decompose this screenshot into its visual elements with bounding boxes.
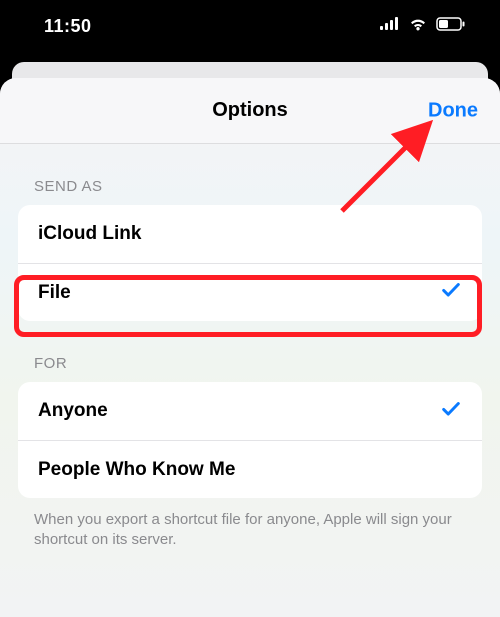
row-file[interactable]: File: [18, 263, 482, 321]
list-for: Anyone People Who Know Me: [18, 382, 482, 498]
row-label: People Who Know Me: [38, 459, 235, 481]
page-title: Options: [212, 99, 288, 122]
battery-icon: [436, 17, 466, 36]
nav-bar: Options Done: [0, 78, 500, 144]
row-label: Anyone: [38, 400, 108, 422]
checkmark-icon: [440, 398, 462, 425]
wifi-icon: [408, 17, 428, 36]
options-sheet: Options Done SEND AS iCloud Link File FO…: [0, 78, 500, 617]
row-icloud-link[interactable]: iCloud Link: [18, 205, 482, 263]
row-label: iCloud Link: [38, 223, 141, 245]
status-bar: 11:50: [0, 0, 500, 64]
checkmark-icon: [440, 279, 462, 306]
row-anyone[interactable]: Anyone: [18, 382, 482, 440]
status-icons: [380, 17, 466, 36]
done-button[interactable]: Done: [428, 99, 478, 122]
footer-note: When you export a shortcut file for anyo…: [0, 498, 500, 551]
section-header-for: FOR: [0, 321, 500, 382]
list-send-as: iCloud Link File: [18, 205, 482, 321]
status-time: 11:50: [44, 16, 92, 37]
row-people-who-know-me[interactable]: People Who Know Me: [18, 440, 482, 498]
content: SEND AS iCloud Link File FOR Anyone: [0, 144, 500, 551]
row-label: File: [38, 282, 71, 304]
section-header-send-as: SEND AS: [0, 144, 500, 205]
cellular-icon: [380, 17, 400, 35]
